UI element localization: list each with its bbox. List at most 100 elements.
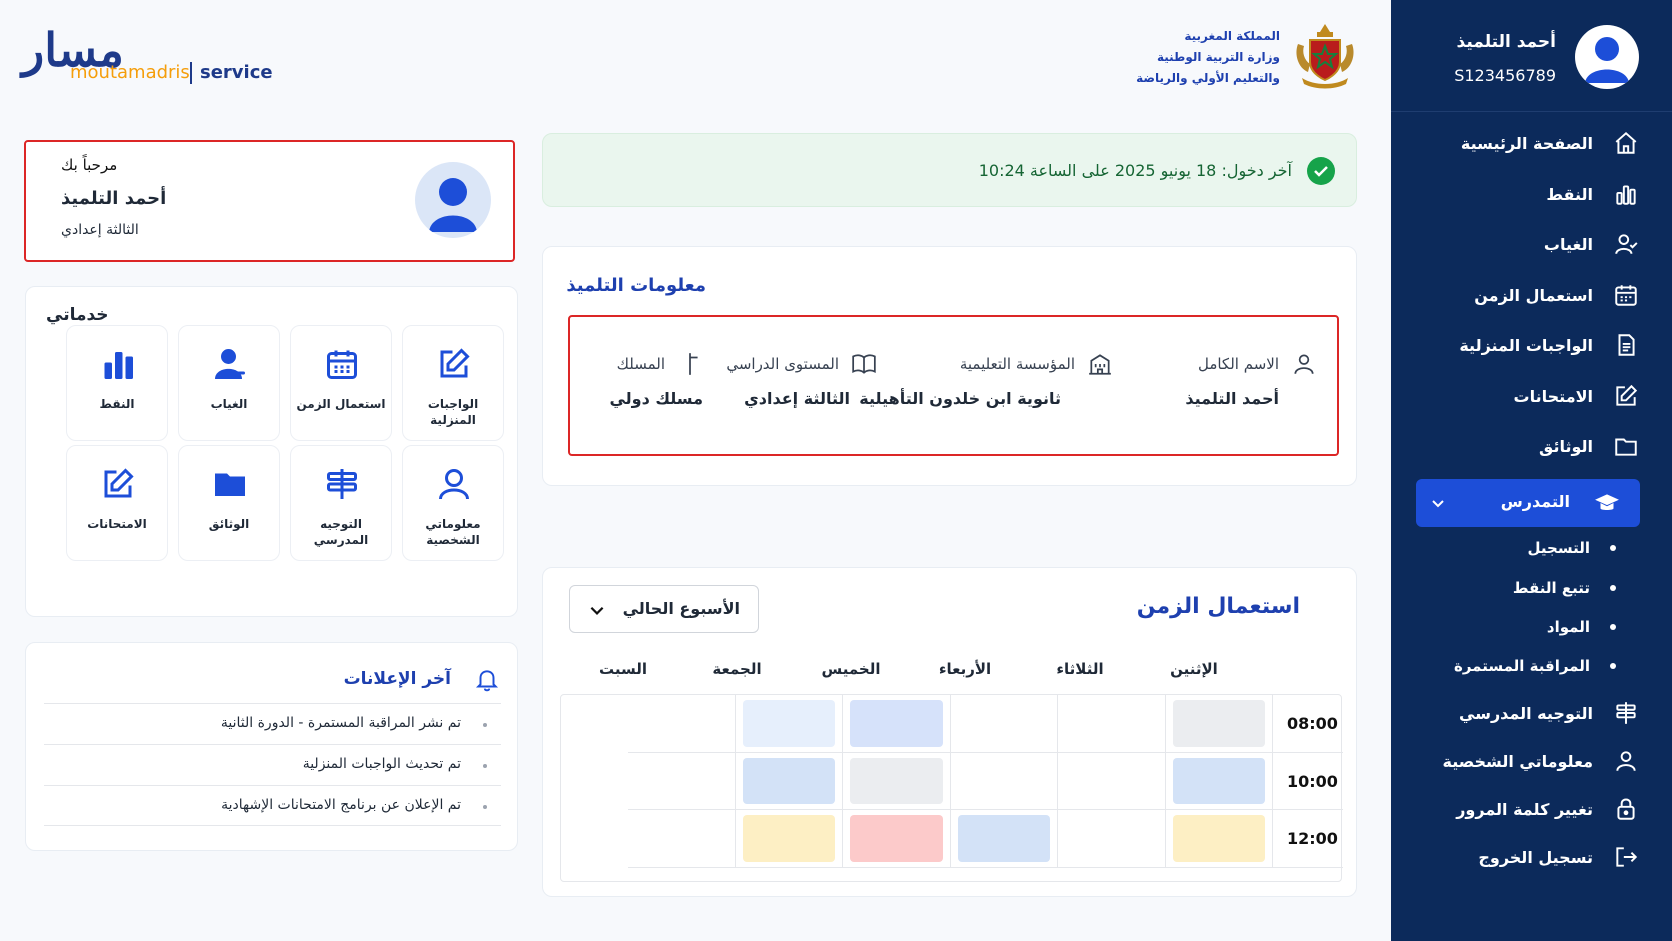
logo-moutamadris: moutamadris	[70, 62, 190, 83]
welcome-greeting: مرحباً بك	[61, 156, 118, 174]
nav-absence[interactable]: الغياب	[1419, 226, 1639, 262]
folder-icon	[215, 473, 245, 496]
service-tile-documents[interactable]: الوثائق	[178, 445, 280, 561]
graduation-cap-icon	[1595, 494, 1619, 511]
nav-timetable-label: استعمال الزمن	[1474, 285, 1593, 305]
nav-home-label: الصفحة الرئيسية	[1460, 133, 1593, 153]
day-header-saturday: السبت	[598, 660, 648, 678]
sidebar-avatar[interactable]	[1575, 25, 1639, 89]
sub-registration[interactable]: التسجيل	[1528, 539, 1616, 557]
timetable-cell[interactable]	[950, 695, 1058, 753]
last-login-banner: آخر دخول: 18 يونيو 2025 على الساعة 10:24	[542, 133, 1357, 207]
day-header-tuesday: الثلاثاء	[1056, 660, 1104, 678]
nav-homework[interactable]: الواجبات المنزلية	[1419, 327, 1639, 363]
logout-icon	[1616, 847, 1638, 867]
sub-grades-tracking[interactable]: تتبع النقط	[1513, 579, 1616, 597]
timetable-cell[interactable]	[628, 810, 736, 869]
class-block[interactable]	[1172, 700, 1265, 747]
service-tile-profile[interactable]: معلوماتي الشخصية	[402, 445, 504, 561]
timetable-cell[interactable]	[1058, 752, 1166, 811]
sidebar-user-id: S123456789	[1454, 66, 1556, 85]
sub-continuous-assessment[interactable]: المراقبة المستمرة	[1454, 657, 1616, 675]
check-circle-icon	[1307, 157, 1335, 185]
timetable-cell[interactable]	[1058, 810, 1166, 869]
week-select[interactable]: الأسبوع الحالي	[569, 585, 759, 633]
timetable-cell[interactable]	[628, 695, 736, 753]
timetable-card: استعمال الزمن الأسبوع الحالي الإثنين الث…	[542, 567, 1357, 897]
service-tile-grades[interactable]: النقط	[66, 325, 168, 441]
nav-grades[interactable]: النقط	[1419, 176, 1639, 212]
welcome-card: مرحباً بك أحمد التلميذ الثالثة إعدادي	[24, 140, 515, 262]
exam-edit-icon	[104, 468, 134, 498]
bell-icon	[475, 670, 499, 692]
sidebar-user: أحمد التلميذ S123456789	[1391, 0, 1672, 112]
class-block[interactable]	[850, 700, 943, 747]
class-block[interactable]	[850, 815, 943, 863]
sidebar-user-name: أحمد التلميذ	[1456, 32, 1556, 52]
class-block[interactable]	[1172, 815, 1265, 863]
nav-exams[interactable]: الامتحانات	[1419, 378, 1639, 414]
timetable-cell[interactable]	[1058, 695, 1166, 753]
logo-service: service	[200, 62, 273, 83]
track-icon	[689, 353, 698, 375]
welcome-student-level: الثالثة إعدادي	[61, 222, 139, 238]
announcement-item[interactable]: تم تحديث الواجبات المنزلية	[44, 744, 501, 785]
field-value: مسلك دولي	[609, 389, 703, 408]
class-block[interactable]	[742, 757, 835, 805]
user-icon	[1616, 751, 1636, 772]
chevron-down-icon[interactable]	[1430, 495, 1446, 511]
bullet-icon	[1610, 545, 1616, 551]
week-select-value: الأسبوع الحالي	[622, 599, 740, 618]
announcement-text: تم تحديث الواجبات المنزلية	[302, 756, 461, 772]
service-tile-orientation[interactable]: التوجيه المدرسي	[290, 445, 392, 561]
nav-documents-label: الوثائق	[1539, 436, 1593, 456]
day-header-thursday: الخميس	[821, 660, 881, 678]
nav-logout-label: تسجيل الخروج	[1478, 847, 1593, 867]
nav-documents[interactable]: الوثائق	[1419, 428, 1639, 464]
user-icon	[1294, 354, 1314, 374]
user-icon	[439, 469, 469, 500]
nav-profile[interactable]: معلوماتي الشخصية	[1419, 743, 1639, 779]
signpost-icon	[1616, 702, 1636, 724]
nav-logout[interactable]: تسجيل الخروج	[1419, 839, 1639, 875]
service-tile-timetable[interactable]: استعمال الزمن	[290, 325, 392, 441]
sub-registration-label: التسجيل	[1527, 539, 1590, 557]
nav-change-password[interactable]: تغيير كلمة المرور	[1419, 791, 1639, 827]
calendar-icon	[1615, 285, 1637, 306]
timetable-cell[interactable]	[950, 752, 1058, 811]
service-tile-label: الوثائق	[208, 517, 250, 531]
service-tile-exams[interactable]: الامتحانات	[66, 445, 168, 561]
nav-orientation[interactable]: التوجيه المدرسي	[1419, 695, 1639, 731]
sub-subjects[interactable]: المواد	[1547, 618, 1616, 636]
bullet-icon	[483, 805, 487, 809]
timetable-grid: 08:00 10:00 12:00	[560, 694, 1343, 882]
class-block[interactable]	[850, 757, 943, 805]
class-block[interactable]	[742, 700, 835, 747]
nav-home[interactable]: الصفحة الرئيسية	[1419, 125, 1639, 161]
class-block[interactable]	[742, 815, 835, 863]
royal-emblem-icon	[1296, 24, 1354, 89]
user-check-icon	[1615, 234, 1638, 255]
day-header-monday: الإثنين	[1170, 660, 1218, 678]
announcement-item[interactable]: تم الإعلان عن برنامج الامتحانات الإشهادي…	[44, 785, 501, 826]
day-header-wednesday: الأربعاء	[938, 660, 992, 678]
ministry-line-3: والتعليم الأولي والرياضة	[1136, 71, 1280, 85]
class-block[interactable]	[1172, 757, 1265, 805]
timetable-cell[interactable]	[628, 752, 736, 811]
service-tile-homework[interactable]: الواجبات المنزلية	[402, 325, 504, 441]
nav-schooling[interactable]: التمدرس	[1416, 479, 1640, 527]
logo[interactable]: مسار moutamadris service	[22, 22, 282, 92]
field-label: المؤسسة التعليمية	[959, 355, 1075, 373]
nav-schooling-label: التمدرس	[1500, 492, 1570, 511]
nav-exams-label: الامتحانات	[1513, 386, 1593, 406]
class-block[interactable]	[957, 815, 1050, 863]
student-info-card: معلومات التلميذ الاسم الكامل أحمد التلمي…	[542, 246, 1357, 486]
ministry-name: المملكة المغربية وزارة التربية الوطنية و…	[1120, 26, 1280, 89]
announcement-item[interactable]: تم نشر المراقبة المستمرة - الدورة الثاني…	[44, 703, 501, 744]
nav-timetable[interactable]: استعمال الزمن	[1419, 277, 1639, 313]
service-tile-absence[interactable]: الغياب	[178, 325, 280, 441]
bullet-icon	[483, 723, 487, 727]
service-tile-label: استعمال الزمن	[296, 397, 386, 411]
sub-grades-tracking-label: تتبع النقط	[1512, 579, 1590, 597]
service-tile-label: النقط	[99, 397, 135, 411]
